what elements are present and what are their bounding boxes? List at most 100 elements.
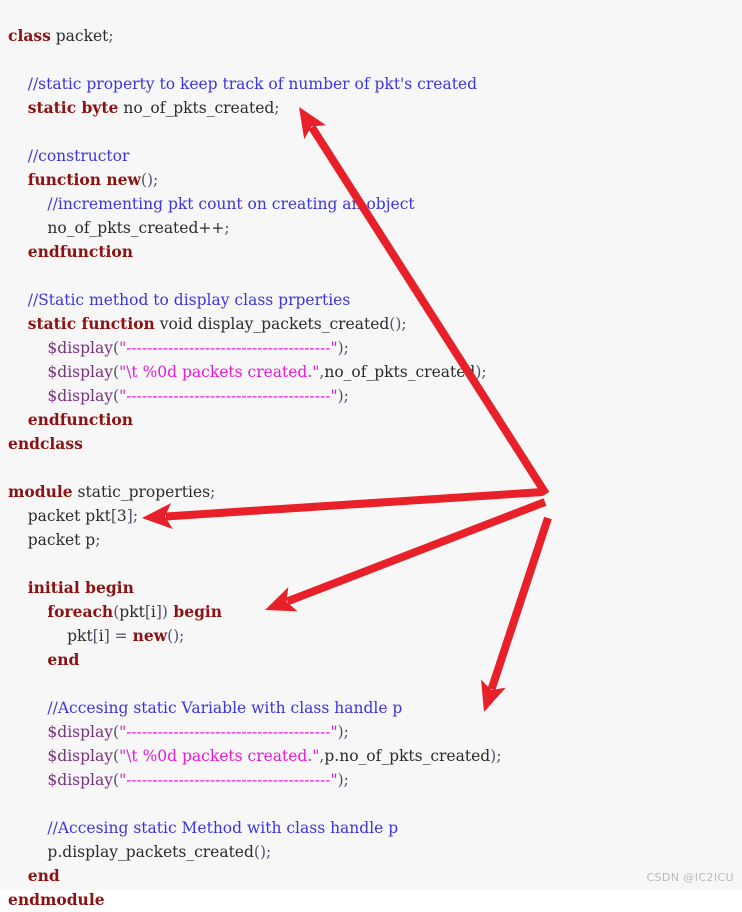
code-token-id: void display_packets_created: [154, 314, 390, 333]
code-token-pn: );: [337, 338, 349, 357]
code-token-fn: $display: [47, 722, 113, 741]
code-line: static function void display_packets_cre…: [8, 312, 742, 336]
code-token-id: pkt: [67, 626, 93, 645]
code-token-kw: initial begin: [27, 577, 134, 597]
code-line: $display("------------------------------…: [8, 720, 742, 744]
code-line: function new();: [8, 168, 742, 192]
code-token-pn: ();: [167, 626, 185, 645]
code-line: //Accesing static Variable with class ha…: [8, 696, 742, 720]
code-token-id: no_of_pkts_created: [324, 362, 476, 381]
code-token-id: pkt: [119, 602, 145, 621]
code-token-str: "---------------------------------------…: [119, 338, 338, 357]
code-line: endmodule: [8, 888, 742, 912]
code-token-pn: ;: [108, 26, 114, 45]
code-line: end: [8, 648, 742, 672]
code-token-str: "\t %0d packets created.": [119, 362, 320, 381]
code-token-pn: ] =: [103, 626, 133, 645]
code-token-pn: );: [337, 770, 349, 789]
code-line: initial begin: [8, 576, 742, 600]
code-token-kw: begin: [167, 601, 223, 621]
code-token-fn: $display: [47, 770, 113, 789]
code-token-kw: foreach: [47, 601, 114, 621]
code-token-pn: ]): [155, 602, 168, 621]
code-line: no_of_pkts_created++;: [8, 216, 742, 240]
code-line: packet p;: [8, 528, 742, 552]
code-token-cm: //Static method to display class prperti…: [27, 290, 351, 309]
code-token-fn: $display: [47, 386, 113, 405]
code-token-pn: ();: [140, 170, 159, 189]
code-token-kw: static byte: [27, 97, 119, 117]
code-token-id: static_properties: [72, 482, 211, 501]
code-token-pn: );: [337, 386, 349, 405]
code-token-str: "---------------------------------------…: [119, 770, 338, 789]
code-block: class packet; //static property to keep …: [0, 16, 742, 912]
code-line: endfunction: [8, 240, 742, 264]
code-line: //static property to keep track of numbe…: [8, 72, 742, 96]
code-token-id: packet: [50, 26, 109, 45]
code-screenshot: class packet; //static property to keep …: [0, 0, 742, 909]
code-token-pn: ;: [274, 98, 280, 117]
code-token-cm: //static property to keep track of numbe…: [27, 74, 478, 93]
code-token-id: packet pkt: [27, 506, 111, 525]
code-token-id: p.display_packets_created: [47, 842, 254, 861]
code-line: //Accesing static Method with class hand…: [8, 816, 742, 840]
code-line: packet pkt[3];: [8, 504, 742, 528]
code-line: $display("\t %0d packets created.",no_of…: [8, 360, 742, 384]
code-token-str: "---------------------------------------…: [119, 722, 338, 741]
code-line: $display("------------------------------…: [8, 336, 742, 360]
code-line: pkt[i] = new();: [8, 624, 742, 648]
code-token-cm: //Accesing static Variable with class ha…: [47, 698, 403, 717]
code-line: $display("------------------------------…: [8, 768, 742, 792]
code-token-cm: //Accesing static Method with class hand…: [47, 818, 399, 837]
code-token-kw: endmodule: [8, 889, 105, 909]
code-line: static byte no_of_pkts_created;: [8, 96, 742, 120]
code-token-kw: new: [132, 625, 168, 645]
code-token-id: no_of_pkts_created++: [47, 218, 225, 237]
code-token-pn: );: [337, 722, 349, 741]
code-line: end: [8, 864, 742, 888]
csdn-watermark: CSDN @IC2ICU: [646, 871, 734, 884]
code-token-kw: end: [47, 649, 80, 669]
code-token-cm: //incrementing pkt count on creating an …: [47, 194, 415, 213]
code-token-id: packet p: [27, 530, 96, 549]
code-line: p.display_packets_created();: [8, 840, 742, 864]
code-token-str: "---------------------------------------…: [119, 386, 338, 405]
code-token-pn: ();: [389, 314, 407, 333]
code-line: $display("------------------------------…: [8, 384, 742, 408]
code-token-kw: function new: [27, 169, 141, 189]
code-line: //incrementing pkt count on creating an …: [8, 192, 742, 216]
code-token-cm: //constructor: [27, 146, 130, 165]
code-token-id: p.no_of_pkts_created: [324, 746, 491, 765]
code-token-kw: module: [8, 481, 73, 501]
code-token-kw: static function: [27, 313, 155, 333]
code-token-kw: endclass: [8, 433, 83, 453]
code-line: class packet;: [8, 24, 742, 48]
code-token-pn: ;: [224, 218, 230, 237]
code-line: foreach(pkt[i]) begin: [8, 600, 742, 624]
code-token-pn: );: [490, 746, 502, 765]
code-line: //Static method to display class prperti…: [8, 288, 742, 312]
code-token-str: "\t %0d packets created.": [119, 746, 320, 765]
code-token-pn: );: [475, 362, 487, 381]
code-token-num: 3: [116, 506, 127, 525]
code-line: //constructor: [8, 144, 742, 168]
code-token-kw: endfunction: [27, 241, 133, 261]
code-token-fn: $display: [47, 746, 113, 765]
code-token-kw: endfunction: [27, 409, 133, 429]
code-token-pn: ();: [253, 842, 272, 861]
code-token-pn: ;: [95, 530, 101, 549]
code-token-id: no_of_pkts_created: [118, 98, 275, 117]
code-line: module static_properties;: [8, 480, 742, 504]
code-token-kw: class: [8, 25, 51, 45]
code-token-fn: $display: [47, 362, 113, 381]
code-token-kw: end: [27, 865, 60, 885]
code-line: endclass: [8, 432, 742, 456]
code-token-pn: ;: [210, 482, 216, 501]
code-token-pn: ];: [126, 506, 139, 525]
